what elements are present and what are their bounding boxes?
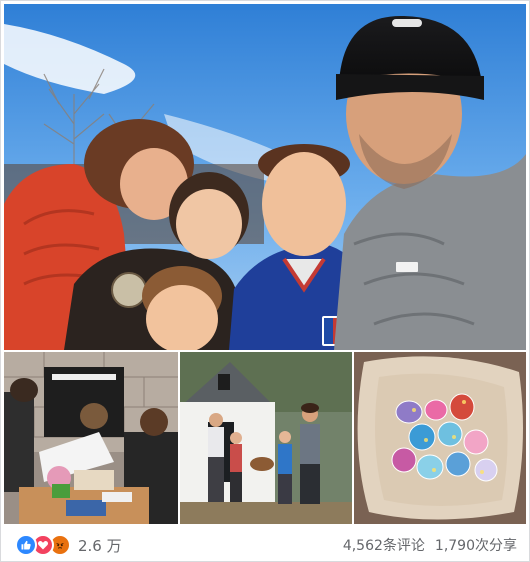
- photo-family-baskets[interactable]: [180, 352, 352, 524]
- post-footer: 2.6 万 4,562条评论 1,790次分享: [1, 528, 529, 562]
- photo-egg-painting[interactable]: [4, 352, 178, 524]
- reactions-summary[interactable]: 2.6 万: [15, 534, 122, 556]
- reaction-count: 2.6 万: [78, 536, 122, 555]
- photo-family-selfie[interactable]: [4, 4, 526, 350]
- comments-count-link[interactable]: 4,562条评论: [343, 535, 425, 555]
- facebook-post-card: 2.6 万 4,562条评论 1,790次分享: [0, 0, 530, 562]
- like-icon: [15, 534, 37, 556]
- post-stats: 4,562条评论 1,790次分享: [343, 535, 517, 555]
- shares-count-link[interactable]: 1,790次分享: [435, 535, 517, 555]
- photo-painted-eggs[interactable]: [354, 352, 526, 524]
